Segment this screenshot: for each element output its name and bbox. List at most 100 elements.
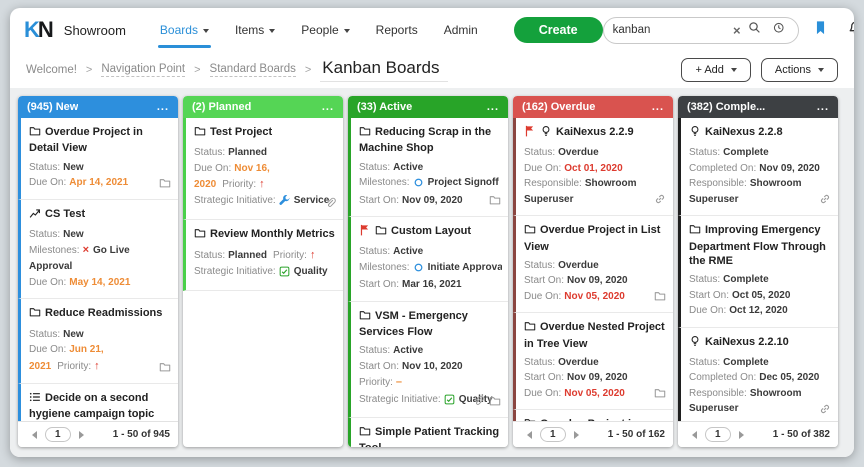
kanban-card[interactable]: KaiNexus 2.2.10Status:CompleteCompleted … (678, 328, 838, 421)
nav-item-items[interactable]: Items (235, 8, 275, 52)
next-page-button[interactable] (572, 429, 585, 441)
clear-search-icon[interactable]: × (733, 24, 741, 37)
logo-letter-k: K (24, 17, 38, 42)
folder-icon (29, 125, 41, 141)
kanban-card[interactable]: Review Monthly MetricsStatus:PlannedPrio… (183, 220, 343, 291)
field-value: Nov 09, 2020 (402, 195, 463, 206)
card-attachment-icons[interactable] (654, 192, 666, 210)
kanban-card[interactable]: Improving Emergency Department Flow Thro… (678, 216, 838, 327)
folder-icon (359, 125, 371, 141)
card-attachment-icons[interactable] (324, 196, 336, 214)
kanban-card[interactable]: Overdue Nested Project in Tree ViewStatu… (513, 313, 673, 410)
page-number[interactable]: 1 (540, 427, 566, 442)
kanban-card[interactable]: Overdue Project in List ViewStatus:Overd… (513, 216, 673, 313)
field-label: Due On: (194, 163, 231, 174)
kanban-card[interactable]: Test ProjectStatus:PlannedDue On:Nov 16,… (183, 118, 343, 220)
nav-item-people[interactable]: People (301, 8, 349, 52)
card-field-line: Status:Complete (689, 145, 832, 161)
page-number[interactable]: 1 (45, 427, 71, 442)
card-attachment-icons[interactable] (819, 192, 831, 210)
card-attachment-icons[interactable] (654, 386, 666, 404)
column-body: Test ProjectStatus:PlannedDue On:Nov 16,… (183, 118, 343, 447)
nav-item-boards[interactable]: Boards (160, 8, 209, 52)
card-attachment-icons[interactable] (819, 402, 831, 420)
page-number[interactable]: 1 (705, 427, 731, 442)
kanban-card[interactable]: VSM - Emergency Services FlowStatus:Acti… (348, 302, 508, 418)
notifications-button[interactable]: 68 (848, 20, 854, 40)
card-field-line: Responsible:Showroom Superuser (689, 176, 832, 207)
search-history-icon[interactable] (772, 21, 785, 39)
field-label: Strategic Initiative: (194, 195, 276, 206)
next-page-button[interactable] (737, 429, 750, 441)
folder-icon (524, 320, 536, 336)
actions-button[interactable]: Actions (761, 58, 838, 82)
column-menu-button[interactable]: ... (157, 105, 169, 109)
breadcrumb: Welcome!>Navigation Point>Standard Board… (26, 63, 311, 77)
prev-page-button[interactable] (26, 429, 39, 441)
kanban-card[interactable]: KaiNexus 2.2.8Status:CompleteCompleted O… (678, 118, 838, 216)
card-title: Test Project (194, 125, 337, 141)
field-label: Status: (194, 147, 225, 158)
kanban-card[interactable]: Simple Patient Tracking ToolStatus:Activ… (348, 418, 508, 447)
add-button[interactable]: + Add (681, 58, 750, 82)
column-pagination: 1 1 - 50 of 162 (513, 421, 673, 447)
card-field-line: Responsible:Showroom Superuser (524, 176, 667, 207)
column-menu-button[interactable]: ... (322, 105, 334, 109)
next-page-button[interactable] (77, 429, 90, 441)
field-value: Overdue (558, 147, 599, 158)
field-value: Nov 05, 2020 (564, 388, 625, 399)
chevron-down-icon (269, 29, 275, 36)
field-value: Project Signoff (Approval (428, 177, 502, 188)
page-range: 1 - 50 of 162 (608, 429, 665, 440)
navbar-right-cluster: 68 (813, 20, 854, 40)
field-label: Strategic Initiative: (359, 394, 441, 405)
prev-page-button[interactable] (686, 429, 699, 441)
bulb-icon (689, 125, 701, 141)
kanban-card[interactable]: Reducing Scrap in the Machine ShopStatus… (348, 118, 508, 217)
kanban-card[interactable]: KaiNexus 2.2.9Status:OverdueDue On:Oct 0… (513, 118, 673, 216)
create-button[interactable]: Create (514, 17, 603, 43)
field-value: Nov 09, 2020 (567, 275, 628, 286)
search-icon[interactable] (748, 21, 761, 39)
kanban-card[interactable]: Overdue Project in Kanban ViewStatus:Ove… (513, 410, 673, 421)
wrench-icon (279, 195, 290, 211)
nav-item-reports[interactable]: Reports (376, 8, 418, 52)
card-attachment-icons[interactable] (159, 176, 171, 194)
kanban-card[interactable]: Decide on a second hygiene campaign topi… (18, 384, 178, 421)
column-header: (945) New... (18, 96, 178, 118)
column-menu-button[interactable]: ... (652, 105, 664, 109)
link-icon (819, 402, 831, 420)
card-field-line: Status:Complete (689, 272, 832, 288)
breadcrumb-item[interactable]: Navigation Point (101, 63, 185, 77)
card-field-line: Milestones:Project Signoff (Approval (359, 175, 502, 193)
kanban-card[interactable]: Reduce ReadmissionsStatus:NewDue On:Jun … (18, 299, 178, 383)
field-label: Start On: (524, 275, 564, 286)
card-field-line: Due On:Oct 12, 2020 (689, 303, 832, 319)
field-label: Start On: (359, 279, 399, 290)
card-attachment-icons[interactable] (654, 289, 666, 307)
nav-item-label: Admin (444, 23, 478, 37)
search-input[interactable] (613, 24, 726, 36)
field-label: Due On: (689, 305, 726, 316)
field-value: New (63, 229, 84, 240)
kainexus-logo[interactable]: KN (24, 17, 52, 43)
card-attachment-icons[interactable] (472, 394, 501, 412)
kanban-card[interactable]: Overdue Project in Detail ViewStatus:New… (18, 118, 178, 200)
card-attachment-icons[interactable] (159, 360, 171, 378)
folder-icon (359, 425, 371, 441)
column-title: (382) Comple... (687, 101, 765, 113)
breadcrumb-item[interactable]: Standard Boards (210, 63, 296, 77)
field-value: Overdue (558, 260, 599, 271)
card-field-line: Start On:Nov 09, 2020 (524, 273, 667, 289)
column-menu-button[interactable]: ... (817, 105, 829, 109)
kanban-card[interactable]: Custom LayoutStatus:ActiveMilestones:Ini… (348, 217, 508, 302)
column-menu-button[interactable]: ... (487, 105, 499, 109)
card-field-line: Start On:Nov 10, 2020 (359, 359, 502, 375)
card-field-line: Status:Active (359, 160, 502, 176)
breadcrumb-item[interactable]: Welcome! (26, 64, 77, 77)
bookmark-icon[interactable] (813, 20, 828, 40)
prev-page-button[interactable] (521, 429, 534, 441)
nav-item-admin[interactable]: Admin (444, 8, 478, 52)
card-attachment-icons[interactable] (489, 193, 501, 211)
kanban-card[interactable]: CS TestStatus:NewMilestones:×Go Live App… (18, 200, 178, 300)
